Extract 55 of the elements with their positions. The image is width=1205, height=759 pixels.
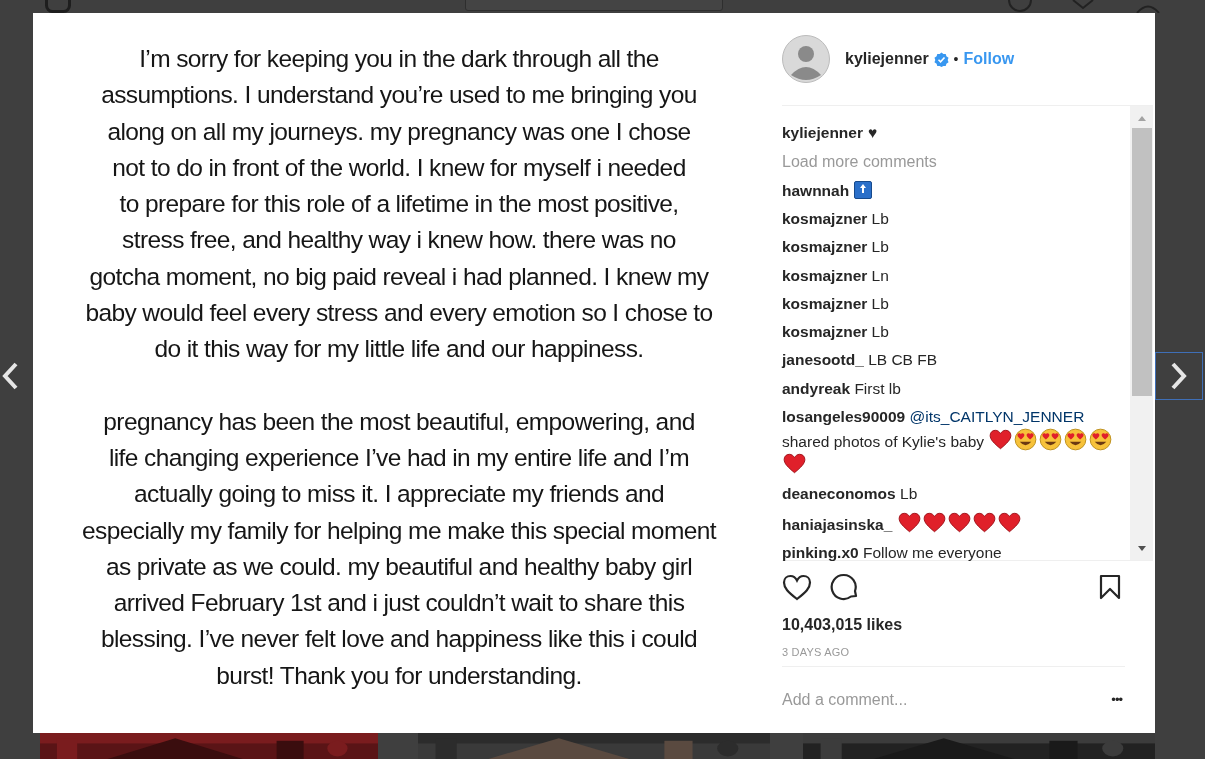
comment-username[interactable]: kosmajzner — [782, 266, 868, 284]
scroll-thumb[interactable] — [1131, 127, 1152, 396]
comment-text: Lb — [871, 210, 889, 227]
more-options-button[interactable]: ••• — [1111, 690, 1125, 710]
comment-text: Ln — [871, 266, 889, 284]
caption-text: ♥ — [868, 123, 878, 141]
separator-dot: • — [953, 49, 959, 69]
comment-username[interactable]: kosmajzner — [782, 294, 868, 312]
note-paragraph: pregnancy has been the most beautiful, empowering, and life changing experience I’ve had in my entire life and I’m actually going to miss it. I appreciate my friends and especially my family for helping me make this special moment as private as we could. my beautiful and healthy baby girl arrived February 1st and i just couldn’t wait to share this blessing. I’ve never felt love and happiness like this i could burst! Thank you for understanding. — [82, 406, 716, 691]
heart-eyes-emoji-icon — [1014, 428, 1038, 452]
caption-username[interactable]: kyliejenner — [782, 123, 863, 141]
chevron-left-icon[interactable] — [0, 361, 20, 391]
comment-icon[interactable] — [830, 572, 860, 603]
next-post-button[interactable] — [1155, 352, 1203, 400]
comment-username[interactable]: kosmajzner — [782, 210, 868, 227]
comment-username[interactable]: andyreak — [782, 379, 851, 397]
comment-username[interactable]: kosmajzner — [782, 323, 868, 341]
comment-field[interactable]: Add a comment... — [782, 688, 1112, 713]
scrollbar[interactable] — [1130, 105, 1153, 560]
heart-emoji-icon — [997, 511, 1021, 533]
comment-username[interactable]: deaneconomos — [782, 485, 896, 503]
top-arrow-emoji-icon — [854, 180, 873, 199]
like-count[interactable]: 10,403,015 likes — [782, 612, 1125, 637]
heart-eyes-emoji-icon — [1039, 428, 1063, 452]
bookmark-icon[interactable] — [1099, 574, 1121, 601]
comment-username[interactable]: pinking.x0 — [782, 543, 859, 561]
mention-link[interactable]: @its_CAITLYN_JENNER — [909, 408, 1085, 426]
note-paragraph: I’m sorry for keeping you in the dark through all the assumptions. I understand you’re used to me bringing you along on all my journeys. my pregnancy was one I chose not to do in front of the world. I knew for myself i needed to prepare for this role of a lifetime in the most positive, stress free, and healthy way i knew how. there was no gotcha moment, no big paid reveal i had planned. I knew my baby would feel every stress and every emotion so I chose to do it this way for my little life and our happiness. — [85, 44, 713, 365]
comment-text: Follow me everyone — [862, 543, 1002, 561]
heart-emoji-icon — [897, 511, 921, 533]
comment-username[interactable]: losangeles90009 — [782, 408, 906, 426]
heart-emoji-icon — [783, 453, 806, 475]
heart-emoji-icon — [947, 511, 971, 533]
heart-eyes-emoji-icon — [1089, 428, 1113, 452]
comment-text: LB CB FB — [868, 351, 938, 369]
avatar[interactable] — [782, 35, 830, 84]
heart-emoji-icon — [989, 429, 1013, 451]
comment-username[interactable]: hawnnah — [782, 181, 850, 199]
comment-username[interactable]: haniajasinska_ — [782, 515, 893, 533]
heart-emoji-icon — [972, 511, 996, 533]
comment-text: Lb — [871, 323, 889, 341]
comment-text: First lb — [854, 379, 901, 397]
compass-icon[interactable] — [1007, 0, 1033, 13]
comment-text: Lb — [900, 485, 918, 503]
username[interactable]: kyliejenner — [845, 47, 929, 72]
heart-eyes-emoji-icon — [1064, 428, 1088, 452]
chevron-right-icon — [1169, 361, 1189, 391]
heart-emoji-icon — [922, 511, 946, 533]
comment-username[interactable]: janesootd_ — [782, 351, 864, 369]
comment-text: shared photos of Kylie's baby — [782, 433, 984, 451]
camera-logo-icon[interactable] — [45, 0, 71, 13]
comment-username[interactable]: kosmajzner — [782, 238, 868, 256]
comment-text: Lb — [871, 238, 889, 256]
comment-text: Lb — [871, 294, 889, 312]
post-date: 3 DAYS AGO — [782, 644, 851, 660]
